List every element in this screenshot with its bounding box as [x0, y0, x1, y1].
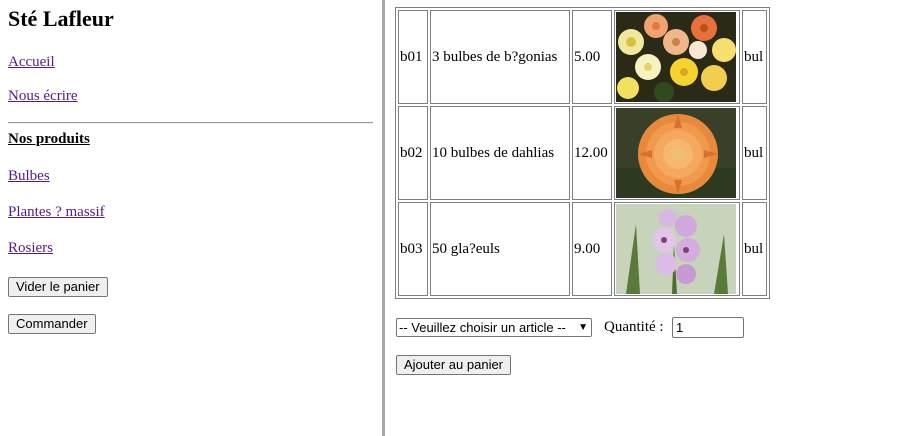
product-photo-cell — [614, 10, 740, 104]
product-price: 12.00 — [572, 106, 612, 200]
products-table: b01 3 bulbes de b?gonias 5.00 bul b02 10… — [395, 7, 770, 299]
dahlia-flower-icon — [616, 108, 736, 198]
brand-title: Sté Lafleur — [8, 6, 114, 31]
article-select[interactable]: -- Veuillez choisir un article -- ▼ — [396, 318, 592, 337]
order-button[interactable]: Commander — [8, 314, 96, 334]
product-name: 10 bulbes de dahlias — [430, 106, 570, 200]
add-to-cart-button[interactable]: Ajouter au panier — [396, 355, 512, 375]
quantity-label: Quantité : — [604, 319, 664, 335]
product-name: 3 bulbes de b?gonias — [430, 10, 570, 104]
sidebar-separator — [8, 122, 373, 124]
product-code: b03 — [398, 202, 428, 296]
product-code: b02 — [398, 106, 428, 200]
quantity-input[interactable] — [672, 317, 744, 338]
product-photo-cell — [614, 202, 740, 296]
table-row: b01 3 bulbes de b?gonias 5.00 bul — [398, 10, 767, 104]
product-category: bul — [742, 202, 767, 296]
clear-cart-button[interactable]: Vider le panier — [8, 277, 108, 297]
table-row: b03 50 gla?euls 9.00 bul — [398, 202, 767, 296]
product-category: bul — [742, 106, 767, 200]
product-code: b01 — [398, 10, 428, 104]
product-name: 50 gla?euls — [430, 202, 570, 296]
product-category: bul — [742, 10, 767, 104]
article-select-value: -- Veuillez choisir un article -- — [399, 320, 566, 335]
sidebar: Sté Lafleur Accueil Nous écrire Nos prod… — [0, 0, 382, 436]
product-price: 9.00 — [572, 202, 612, 296]
table-row: b02 10 bulbes de dahlias 12.00 bul — [398, 106, 767, 200]
category-link-plantes-massif[interactable]: Plantes ? massif — [8, 204, 105, 221]
category-link-rosiers[interactable]: Rosiers — [8, 240, 53, 257]
nav-link-contact[interactable]: Nous écrire — [8, 88, 78, 105]
gladiolus-flower-icon — [616, 204, 736, 294]
product-photo-cell — [614, 106, 740, 200]
chevron-down-icon: ▼ — [578, 322, 588, 333]
begonia-flowers-icon — [616, 12, 736, 102]
main-content: b01 3 bulbes de b?gonias 5.00 bul b02 10… — [385, 0, 912, 436]
product-price: 5.00 — [572, 10, 612, 104]
products-section-title: Nos produits — [8, 131, 90, 147]
category-link-bulbes[interactable]: Bulbes — [8, 168, 50, 185]
nav-link-home[interactable]: Accueil — [8, 54, 55, 71]
